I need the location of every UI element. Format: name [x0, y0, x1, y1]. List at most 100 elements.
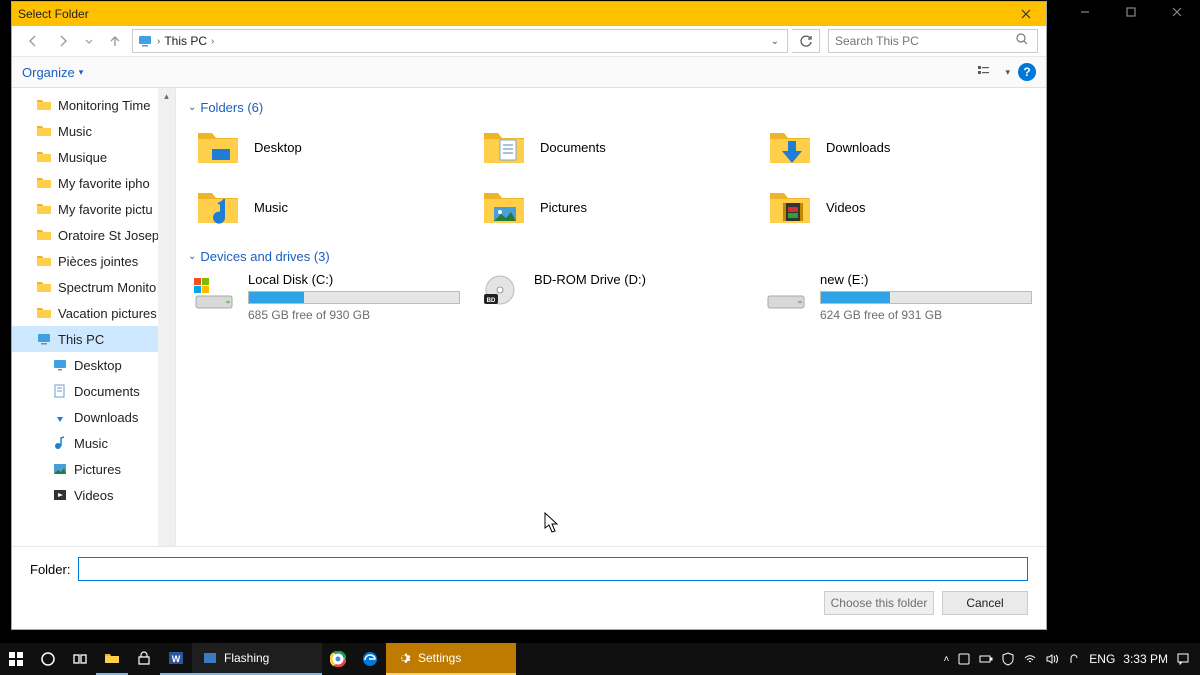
tree-item-vacation-pictures[interactable]: Vacation pictures — [12, 300, 175, 326]
taskbar-app-flashing[interactable]: Flashing — [192, 643, 322, 675]
taskbar[interactable]: W Flashing Settings ˄ ENG 3:33 PM — [0, 643, 1200, 675]
search-input[interactable] — [835, 34, 1015, 48]
drive-tile-new-e-[interactable]: new (E:)624 GB free of 931 GB — [760, 270, 1034, 324]
tree-item-pi-ces-jointes[interactable]: Pièces jointes — [12, 248, 175, 274]
nav-recent-dropdown[interactable] — [80, 28, 98, 54]
tree-item-label: Desktop — [74, 358, 122, 373]
toolbar: Organize ▾ ▾ ? — [12, 56, 1046, 88]
tree-item-my-favorite-ipho[interactable]: My favorite ipho — [12, 170, 175, 196]
folder-tile-music[interactable]: Music — [188, 181, 462, 233]
tablet-mode-icon[interactable] — [957, 652, 971, 666]
folder-icon — [36, 149, 52, 165]
breadcrumb-location[interactable]: This PC — [164, 34, 207, 48]
tree-item-documents[interactable]: Documents — [12, 378, 175, 404]
folders-group-header[interactable]: ⌄ Folders (6) — [188, 100, 1034, 115]
file-explorer-button[interactable] — [96, 643, 128, 675]
drives-group-header[interactable]: ⌄ Devices and drives (3) — [188, 249, 1034, 264]
folder-tile-label: Videos — [826, 200, 866, 215]
edge-button[interactable] — [354, 643, 386, 675]
folder-tile-desktop[interactable]: Desktop — [188, 121, 462, 173]
tray-clock[interactable]: 3:33 PM — [1123, 652, 1168, 666]
action-center-icon[interactable] — [1176, 652, 1190, 666]
tree-item-desktop[interactable]: Desktop — [12, 352, 175, 378]
dialog-close-button[interactable] — [1006, 2, 1046, 26]
content-pane[interactable]: ⌄ Folders (6) Desktop Documents Downloads M… — [176, 88, 1046, 546]
drive-capacity-bar — [248, 291, 460, 304]
svg-text:BD: BD — [487, 298, 496, 304]
scroll-up-icon[interactable]: ▴ — [158, 88, 175, 105]
folder-name-input[interactable] — [78, 557, 1028, 581]
volume-icon[interactable] — [1045, 652, 1059, 666]
videos-icon — [52, 487, 68, 503]
tree-item-this-pc[interactable]: This PC — [12, 326, 175, 352]
tree-item-music[interactable]: Music — [12, 118, 175, 144]
folder-tile-pictures[interactable]: Pictures — [474, 181, 748, 233]
folder-tree[interactable]: Monitoring TimeMusicMusiqueMy favorite i… — [12, 88, 176, 546]
start-button[interactable] — [0, 643, 32, 675]
folder-tile-label: Desktop — [254, 140, 302, 155]
system-tray[interactable]: ˄ ENG 3:33 PM — [933, 643, 1200, 675]
folder-icon — [36, 97, 52, 113]
tray-language[interactable]: ENG — [1089, 652, 1115, 666]
chevron-down-icon[interactable]: ▾ — [1005, 67, 1010, 78]
chrome-button[interactable] — [322, 643, 354, 675]
taskbar-app-settings[interactable]: Settings — [386, 643, 516, 675]
organize-menu[interactable]: Organize ▾ — [22, 65, 83, 80]
tree-item-pictures[interactable]: Pictures — [12, 456, 175, 482]
battery-icon[interactable] — [979, 652, 993, 666]
view-options-button[interactable] — [971, 59, 997, 85]
chevron-right-icon[interactable]: › — [211, 36, 214, 47]
address-bar[interactable]: › This PC › ⌄ — [132, 29, 788, 53]
tree-item-monitoring-time[interactable]: Monitoring Time — [12, 92, 175, 118]
nav-up-button[interactable] — [102, 28, 128, 54]
gear-icon — [396, 650, 412, 666]
drive-tile-bd-rom-drive-d-[interactable]: BDBD-ROM Drive (D:) — [474, 270, 748, 324]
app-minimize-button[interactable] — [1062, 0, 1108, 24]
folder-music-icon — [194, 183, 242, 231]
app-maximize-button[interactable] — [1108, 0, 1154, 24]
address-dropdown-button[interactable]: ⌄ — [767, 36, 783, 47]
tree-item-oratoire-st-josep[interactable]: Oratoire St Josep — [12, 222, 175, 248]
tree-item-my-favorite-pictu[interactable]: My favorite pictu — [12, 196, 175, 222]
tree-item-spectrum-monito[interactable]: Spectrum Monito — [12, 274, 175, 300]
taskbar-app-label: Flashing — [224, 651, 269, 665]
choose-folder-button[interactable]: Choose this folder — [824, 591, 934, 615]
folders-header-label: Folders (6) — [200, 100, 263, 115]
tree-item-label: Pictures — [74, 462, 121, 477]
cortana-button[interactable] — [32, 643, 64, 675]
drive-tile-local-disk-c-[interactable]: Local Disk (C:)685 GB free of 930 GB — [188, 270, 462, 324]
defender-icon[interactable] — [1001, 652, 1015, 666]
input-method-icon[interactable] — [1067, 652, 1081, 666]
search-box[interactable] — [828, 29, 1038, 53]
tray-overflow-icon[interactable]: ˄ — [943, 654, 949, 665]
tree-item-label: My favorite ipho — [58, 176, 150, 191]
nav-forward-button[interactable] — [50, 28, 76, 54]
chevron-down-icon: ⌄ — [188, 102, 196, 113]
tree-scrollbar[interactable]: ▴ — [158, 88, 175, 546]
app-close-button[interactable] — [1154, 0, 1200, 24]
help-button[interactable]: ? — [1018, 63, 1036, 81]
dialog-footer: Folder: Choose this folder Cancel — [12, 546, 1046, 629]
word-button[interactable]: W — [160, 643, 192, 675]
store-button[interactable] — [128, 643, 160, 675]
drive-label: Local Disk (C:) — [248, 272, 460, 287]
chevron-down-icon: ▾ — [79, 67, 84, 78]
folder-tile-documents[interactable]: Documents — [474, 121, 748, 173]
wifi-icon[interactable] — [1023, 652, 1037, 666]
folder-icon — [36, 279, 52, 295]
tree-item-music[interactable]: Music — [12, 430, 175, 456]
help-label: ? — [1023, 65, 1030, 79]
dialog-titlebar[interactable]: Select Folder — [12, 2, 1046, 26]
tree-item-videos[interactable]: Videos — [12, 482, 175, 508]
cancel-button[interactable]: Cancel — [942, 591, 1028, 615]
nav-back-button[interactable] — [20, 28, 46, 54]
task-view-button[interactable] — [64, 643, 96, 675]
tree-item-musique[interactable]: Musique — [12, 144, 175, 170]
folder-tile-videos[interactable]: Videos — [760, 181, 1034, 233]
tree-item-label: This PC — [58, 332, 104, 347]
refresh-button[interactable] — [792, 29, 820, 53]
folder-tile-downloads[interactable]: Downloads — [760, 121, 1034, 173]
tree-item-downloads[interactable]: Downloads — [12, 404, 175, 430]
folder-tile-label: Downloads — [826, 140, 890, 155]
folder-downloads-icon — [766, 123, 814, 171]
